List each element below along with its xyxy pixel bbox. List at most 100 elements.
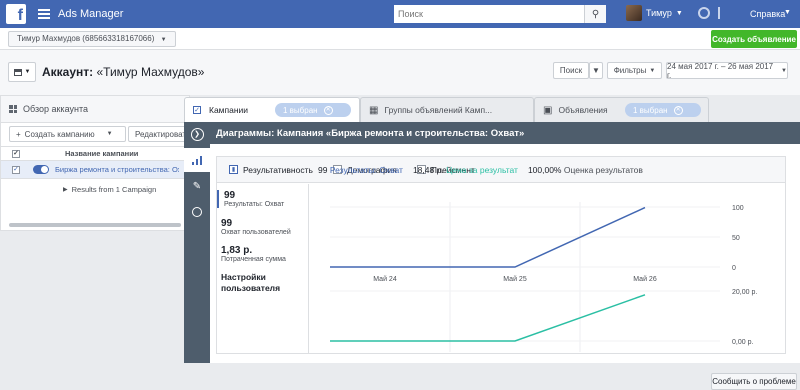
panel-sidebar: ❯ ✎ bbox=[184, 122, 210, 363]
search-icon[interactable]: ⚲ bbox=[584, 5, 606, 23]
y-tick-label: 100 bbox=[732, 205, 744, 212]
performance-chart: 100 50 0 Май 24 Май 25 Май 26 20,00 р. 0,00 р. bbox=[330, 202, 757, 352]
help-link[interactable]: Справка bbox=[750, 9, 785, 19]
chevron-down-icon[interactable]: ▼ bbox=[107, 131, 113, 137]
create-ad-button[interactable]: Создать объявление bbox=[711, 30, 797, 48]
account-overview-title: Обзор аккаунта bbox=[23, 104, 88, 114]
tab-performance[interactable]: ▮ Результативность bbox=[229, 165, 313, 175]
metric-results[interactable]: 99 Результаты: Охват bbox=[217, 190, 284, 208]
footer: Сообщить о проблеме bbox=[0, 363, 800, 390]
date-range-label: 24 мая 2017 г. – 26 мая 2017 г. bbox=[667, 61, 774, 80]
tab-campaigns-label: Кампании bbox=[209, 105, 249, 115]
metric-spent[interactable]: 1,83 р. Потраченная сумма bbox=[221, 245, 286, 263]
chevron-down-icon: ▼ bbox=[160, 37, 167, 43]
flag-icon[interactable] bbox=[718, 7, 730, 19]
summary-rank-value: 100,00% bbox=[527, 165, 562, 175]
menu-icon[interactable] bbox=[38, 9, 50, 19]
date-range-picker[interactable]: 24 мая 2017 г. – 26 мая 2017 г. ▼ bbox=[666, 61, 788, 80]
report-problem-button[interactable]: Сообщить о проблеме bbox=[711, 373, 797, 390]
close-icon[interactable]: ✕ bbox=[323, 105, 333, 115]
metric-reach[interactable]: 99 Охват пользователей bbox=[221, 218, 291, 236]
collapse-icon[interactable]: ❯ bbox=[184, 122, 210, 146]
level-tabs: ✓ Кампании 1 выбран ✕ ▦ Группы объявлени… bbox=[184, 95, 800, 122]
tab-ads-label: Объявления bbox=[558, 105, 608, 115]
account-menu-button[interactable]: ▼ bbox=[8, 62, 36, 82]
series-line-cost bbox=[330, 294, 646, 342]
x-tick-label: Май 25 bbox=[503, 275, 527, 283]
grid-icon: ▦ bbox=[369, 104, 379, 116]
account-overview-panel: Обзор аккаунта + Создать кампанию ▼ Реда… bbox=[0, 95, 190, 231]
tab-campaigns[interactable]: ✓ Кампании 1 выбран ✕ bbox=[184, 97, 360, 122]
y-tick-label: 0,00 р. bbox=[732, 339, 753, 346]
create-campaign-button[interactable]: + Создать кампанию ▼ bbox=[9, 126, 126, 142]
facebook-logo-icon[interactable]: f bbox=[6, 4, 26, 24]
metrics-list: 99 Результаты: Охват 99 Охват пользовате… bbox=[217, 184, 309, 354]
metric-label: Охват пользователей bbox=[221, 229, 291, 236]
results-summary-row: ▶ Results from 1 Campaign bbox=[1, 179, 189, 199]
bar-chart-icon[interactable] bbox=[184, 148, 210, 172]
custom-settings-label: Настройки пользователя bbox=[221, 272, 281, 293]
avatar[interactable] bbox=[626, 5, 642, 21]
tab-ad-sets-label: Группы объявлений Камп... bbox=[384, 105, 493, 115]
search-button[interactable]: Поиск bbox=[553, 62, 589, 79]
metric-label: Потраченная сумма bbox=[221, 256, 286, 263]
results-label: Results from 1 Campaign bbox=[71, 184, 157, 194]
filters-button[interactable]: Фильтры ▼ bbox=[607, 62, 662, 79]
checkbox-icon: ✓ bbox=[193, 106, 201, 114]
y-tick-label: 50 bbox=[732, 235, 740, 242]
globe-icon[interactable] bbox=[698, 7, 710, 19]
summary-results-value: 99 bbox=[318, 165, 328, 175]
user-name[interactable]: Тимур bbox=[646, 8, 672, 18]
chevron-down-icon[interactable]: ▼ bbox=[589, 62, 603, 79]
metric-value: 99 bbox=[224, 190, 236, 201]
account-prefix: Аккаунт: bbox=[42, 65, 94, 79]
account-name: «Тимур Махмудов» bbox=[96, 65, 205, 79]
chevron-down-icon[interactable]: ▼ bbox=[784, 9, 791, 16]
search-input[interactable] bbox=[394, 5, 584, 23]
account-selector-label: Тимур Махмудов (685663318167066) bbox=[17, 34, 155, 43]
pencil-icon[interactable]: ✎ bbox=[184, 174, 210, 198]
select-all-checkbox[interactable]: ✓ bbox=[12, 149, 20, 158]
clock-icon[interactable] bbox=[184, 200, 210, 224]
y-tick-label: 20,00 р. bbox=[732, 289, 757, 296]
horizontal-scrollbar[interactable] bbox=[9, 223, 181, 227]
tab-performance-label: Результативность bbox=[243, 164, 313, 175]
tab-ad-sets[interactable]: ▦ Группы объявлений Камп... bbox=[360, 97, 534, 122]
summary-rank-label: Оценка результатов bbox=[563, 165, 643, 175]
selected-pill-label: 1 выбран bbox=[283, 105, 318, 115]
selected-pill[interactable]: 1 выбран ✕ bbox=[275, 103, 351, 117]
page-header: ▼ Аккаунт: «Тимур Махмудов» Поиск ▼ Филь… bbox=[0, 50, 800, 95]
chart-summary: 99 Результаты: Охват 18,48 р. Цена за ре… bbox=[318, 165, 643, 175]
metric-value: 1,83 р. bbox=[221, 245, 253, 256]
x-tick-label: Май 24 bbox=[373, 275, 397, 283]
charts-panel: ❯ ✎ Диаграммы: Кампания «Биржа ремонта и… bbox=[184, 122, 800, 363]
table-row[interactable]: ✓ Биржа ремонта и строительства: Охв bbox=[1, 161, 189, 179]
ad-icon: ▣ bbox=[543, 104, 553, 116]
close-icon[interactable]: ✕ bbox=[673, 105, 683, 115]
campaign-toggle[interactable] bbox=[33, 165, 49, 174]
user-menu[interactable]: Тимур ▼ bbox=[626, 5, 683, 21]
custom-settings-link[interactable]: Настройки пользователя bbox=[221, 272, 291, 294]
chart-panel-title: Диаграммы: Кампания «Биржа ремонта и стр… bbox=[210, 122, 800, 144]
account-selector[interactable]: Тимур Махмудов (685663318167066) ▼ bbox=[8, 31, 176, 47]
edit-button[interactable]: Редактировать bbox=[128, 126, 190, 142]
summary-cost-label: Цена за результат bbox=[446, 165, 518, 175]
chevron-right-icon: ▶ bbox=[63, 186, 68, 193]
grid-icon bbox=[9, 105, 17, 113]
top-icons bbox=[698, 7, 730, 19]
selected-pill-label: 1 выбран bbox=[633, 105, 668, 115]
tab-ads[interactable]: ▣ Объявления 1 выбран ✕ bbox=[534, 97, 709, 122]
campaign-name-column-header[interactable]: Название кампании bbox=[65, 149, 138, 158]
campaign-table-header: ✓ Название кампании bbox=[1, 147, 189, 161]
campaign-name-link[interactable]: Биржа ремонта и строительства: Охв bbox=[55, 165, 179, 174]
account-icon bbox=[13, 68, 22, 76]
x-tick-label: Май 26 bbox=[633, 275, 657, 283]
chevron-down-icon[interactable]: ▼ bbox=[676, 10, 683, 17]
chevron-down-icon: ▼ bbox=[24, 69, 31, 75]
account-bar: Тимур Махмудов (685663318167066) ▼ Созда… bbox=[0, 28, 800, 50]
app-title[interactable]: Ads Manager bbox=[58, 8, 123, 20]
row-checkbox[interactable]: ✓ bbox=[12, 165, 20, 174]
plus-icon: + bbox=[16, 129, 21, 139]
selected-pill[interactable]: 1 выбран ✕ bbox=[625, 103, 701, 117]
account-overview-header[interactable]: Обзор аккаунта bbox=[1, 96, 189, 123]
